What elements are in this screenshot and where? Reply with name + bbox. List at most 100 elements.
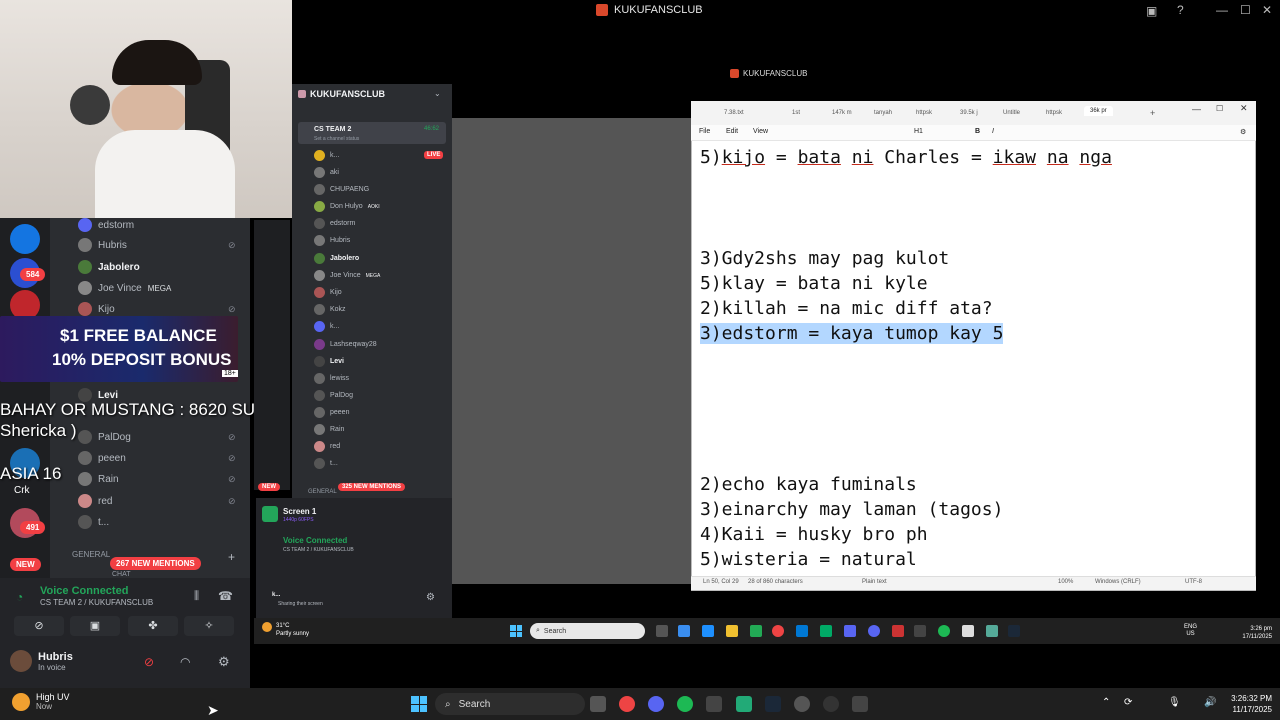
task-view-icon[interactable] <box>590 696 606 712</box>
notepad-tab[interactable]: 39.5k j <box>960 110 978 116</box>
minimize-button[interactable]: — <box>1192 104 1201 114</box>
promo-banner[interactable]: $1 FREE BALANCE 10% DEPOSIT BONUS 18+ <box>0 316 238 382</box>
menu-view[interactable]: View <box>753 128 768 135</box>
steam-icon[interactable] <box>1008 625 1020 637</box>
store-icon[interactable] <box>750 625 762 637</box>
notepad-tab[interactable]: tanyah <box>874 110 892 116</box>
member-item[interactable]: t... <box>78 515 109 529</box>
edge-icon[interactable] <box>702 625 714 637</box>
app-icon[interactable] <box>986 625 998 637</box>
inner-server-header[interactable]: KUKUFANSCLUB <box>298 89 385 99</box>
spotify-icon[interactable] <box>677 696 693 712</box>
notepad-line-3[interactable]: 5)klay = bata ni kyle <box>700 273 928 294</box>
refresh-icon[interactable]: ⟳ <box>1124 697 1132 708</box>
voice-sub[interactable]: CS TEAM 2 / KUKUFANSCLUB <box>40 598 153 607</box>
status-eol[interactable]: Windows (CRLF) <box>1095 579 1141 585</box>
notepad-line-4[interactable]: 2)killah = na mic diff ata? <box>700 298 993 319</box>
menu-file[interactable]: File <box>699 128 710 135</box>
member-item[interactable]: Joe Vince MEGA <box>314 270 380 281</box>
member-item[interactable]: Rain <box>314 424 344 435</box>
member-item[interactable]: Hubris <box>314 235 350 246</box>
settings-gear-icon[interactable]: ⚙ <box>218 654 230 670</box>
discord-icon[interactable] <box>648 696 664 712</box>
notepad-tab[interactable]: httpsk <box>1046 110 1062 116</box>
inner-start-button[interactable] <box>510 625 522 637</box>
chrome-icon[interactable] <box>619 696 635 712</box>
inner-clock[interactable]: 3:26 pm 17/11/2025 <box>1232 625 1272 641</box>
notepad-line-6[interactable]: 2)echo kaya fuminals <box>700 474 917 495</box>
activities-button[interactable]: ✤ <box>128 616 178 636</box>
new-tab-button[interactable]: + <box>1150 108 1155 118</box>
member-item[interactable]: Rain <box>78 472 119 486</box>
member-item[interactable]: PalDog <box>78 430 131 444</box>
notepad-tab-active[interactable]: 36k pr <box>1084 106 1113 116</box>
member-item[interactable]: Kijo <box>78 302 115 316</box>
member-item[interactable]: peeen <box>314 407 349 418</box>
server-icon-stake[interactable] <box>10 224 40 254</box>
user-panel[interactable]: Hubris In voice <box>10 650 73 672</box>
notepad-line-7[interactable]: 3)einarchy may laman (tagos) <box>700 499 1003 520</box>
steam-icon[interactable] <box>765 696 781 712</box>
notepad-line-9[interactable]: 5)wisteria = natural <box>700 549 917 570</box>
notepad-tab[interactable]: 7.38.txt <box>724 110 744 116</box>
spotify-icon[interactable] <box>938 625 950 637</box>
member-item[interactable]: Levi <box>314 356 344 367</box>
member-item[interactable]: edstorm <box>78 218 134 232</box>
app-icon[interactable] <box>794 696 810 712</box>
headphones-icon[interactable]: ◠ <box>180 655 190 669</box>
file-explorer-icon[interactable] <box>726 625 738 637</box>
member-item[interactable]: Joe Vince MEGA <box>78 281 171 295</box>
notepad-line-2[interactable]: 3)Gdy2shs may pag kulot <box>700 248 949 269</box>
app-icon[interactable] <box>852 696 868 712</box>
bold-button[interactable]: B <box>975 128 980 135</box>
heading-dropdown[interactable]: H1 <box>914 128 923 135</box>
member-item[interactable]: red <box>314 441 340 452</box>
member-item[interactable]: Don Hulyo AOKI <box>314 201 380 212</box>
maximize-button[interactable]: ☐ <box>1216 104 1223 113</box>
status-encoding[interactable]: UTF-8 <box>1185 579 1202 585</box>
inner-search-box[interactable]: ⌕ Search <box>530 623 645 639</box>
italic-button[interactable]: I <box>992 128 994 135</box>
screen-share-icon[interactable]: ▣ <box>1146 4 1157 18</box>
inner-weather-widget[interactable]: 31°C Partly sunny <box>262 622 309 638</box>
language-indicator[interactable]: ENG US <box>1184 624 1197 638</box>
member-item[interactable]: Jabolero <box>78 260 140 274</box>
mail-icon[interactable] <box>796 625 808 637</box>
member-item[interactable]: Kokz <box>314 304 346 315</box>
camera-off-button[interactable]: ⊘ <box>14 616 64 636</box>
channel-chat[interactable]: CHAT <box>112 571 131 578</box>
member-item[interactable]: CHUPAENG <box>314 184 369 195</box>
noise-suppression-icon[interactable]: ⫼ <box>194 590 199 603</box>
chevron-down-icon[interactable]: ⌄ <box>434 89 441 98</box>
category-general[interactable]: GENERAL <box>72 550 110 559</box>
mentions-badge[interactable]: 267 NEW MENTIONS <box>110 557 201 570</box>
app-icon[interactable] <box>706 696 722 712</box>
notepad-line-1[interactable]: 5)kijo = bata ni Charles = ikaw na nga <box>700 147 1112 168</box>
taskbar-search[interactable]: ⌕ Search <box>435 693 585 715</box>
member-item[interactable]: PalDog <box>314 390 353 401</box>
close-button[interactable]: ✕ <box>1262 3 1272 17</box>
soundboard-button[interactable]: ✧ <box>184 616 234 636</box>
app-icon[interactable] <box>823 696 839 712</box>
notepad-tab[interactable]: httpsk <box>916 110 932 116</box>
category-general[interactable]: GENERAL <box>308 489 337 495</box>
notepad-line-selected[interactable]: 3)edstorm = kaya tumop kay 5 <box>700 323 1004 344</box>
close-button[interactable]: ✕ <box>1240 103 1248 114</box>
notepad-tab[interactable]: 1st <box>792 110 800 116</box>
voice-sub[interactable]: CS TEAM 2 / KUKUFANSCLUB <box>283 547 354 553</box>
settings-gear-icon[interactable]: ⚙ <box>426 592 435 603</box>
app-icon[interactable] <box>914 625 926 637</box>
member-item[interactable]: lewiss <box>314 373 349 384</box>
app-icon[interactable] <box>820 625 832 637</box>
clock[interactable]: 3:26:32 PM 11/17/2025 <box>1222 693 1272 715</box>
weather-widget[interactable]: High UV Now <box>12 692 70 711</box>
disconnect-icon[interactable]: ☎ <box>218 589 233 603</box>
teams-icon[interactable] <box>844 625 856 637</box>
mentions-badge[interactable]: 325 NEW MENTIONS <box>338 483 406 491</box>
member-item[interactable]: peeen <box>78 451 126 465</box>
member-item[interactable]: edstorm <box>314 218 355 229</box>
volume-icon[interactable]: 🔊 <box>1204 697 1216 708</box>
member-item[interactable]: Kijo <box>314 287 342 298</box>
app-icon[interactable] <box>892 625 904 637</box>
member-item[interactable]: red <box>78 494 112 508</box>
